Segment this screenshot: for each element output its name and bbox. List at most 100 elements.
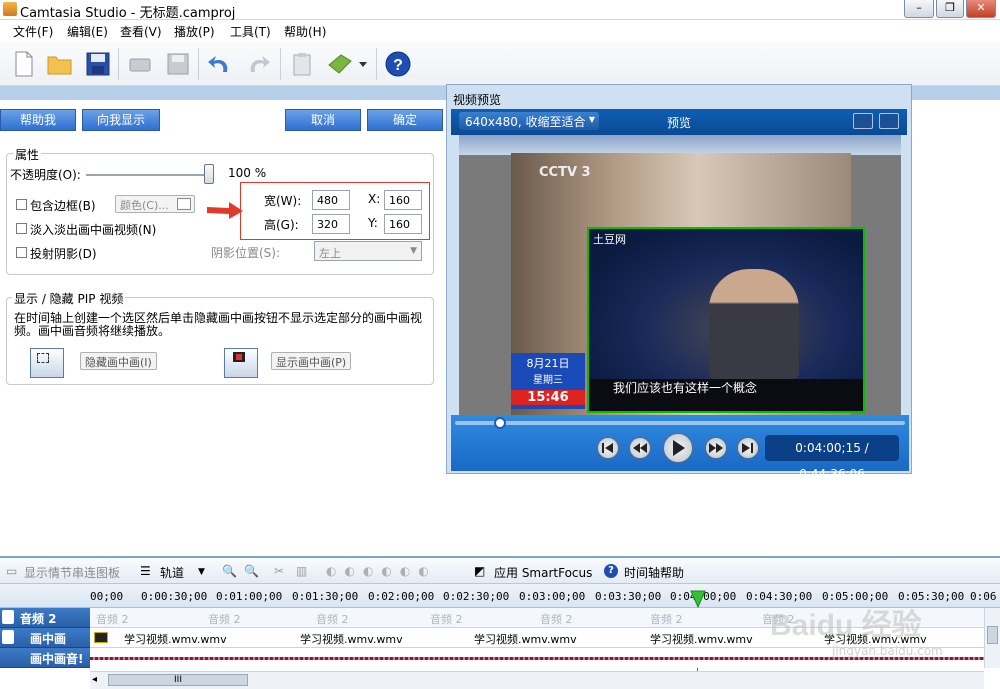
height-label: 高(G): [264,218,299,232]
menu-tools[interactable]: 工具(T) [230,23,271,40]
track-name-pip: 画中画 [30,632,67,646]
audio-clip-label: 音频 2 [316,613,349,626]
ruler-tick: 0:03:00;00 [519,590,586,603]
include-border-checkbox[interactable] [16,199,27,210]
chevron-down-icon[interactable]: ▼ [198,567,205,577]
pip-visibility-title: 显示 / 隐藏 PIP 视频 [12,290,126,307]
y-label: Y: [368,216,378,230]
time-display: 0:04:00;15 / 0:44:36;06 [765,435,899,481]
timeline-toolbar: ▭ 显示情节串连图板 ☰ 轨道 ▼ 🔍 🔍 ✂ ▥ ◐◐◐◐◐◐ ◩ 应用 Sm… [0,556,1000,584]
help-icon[interactable]: ? [384,50,412,78]
scroll-thumb[interactable]: III [108,674,248,686]
new-file-icon[interactable] [10,50,38,78]
minimize-button[interactable]: – [904,0,934,18]
tracks-menu[interactable]: 轨道 [160,564,184,581]
undo-icon[interactable] [206,50,234,78]
height-input[interactable]: 320 [312,214,350,234]
y-input[interactable]: 160 [384,214,422,234]
fullscreen-icon[interactable] [853,113,873,129]
drop-shadow-label: 投射阴影(D) [30,247,97,261]
video-frame: CCTV 3 8月21日 星期三 15:46 土豆网 我们应该也有这样一个概念 [459,135,901,415]
close-button[interactable]: ✕ [966,0,996,18]
presenter-figure [709,269,799,379]
track-header-audio2[interactable]: 音频 2 [0,608,90,628]
skip-back-icon[interactable] [597,437,619,459]
fade-pip-checkbox[interactable] [16,223,27,234]
preview-size-value: 640x480, 收缩至适合 [465,115,586,129]
pip-clip[interactable]: 学习视频.wmv.wmv [300,631,403,647]
timeline-horizontal-scrollbar[interactable]: ◂ III [90,671,984,689]
main-toolbar: ? [0,42,1000,86]
drop-shadow-checkbox[interactable] [16,247,27,258]
produce-icon [126,50,154,78]
storyboard-icon: ▭ [6,564,18,578]
preview-size-dropdown[interactable]: 640x480, 收缩至适合 ▼ [459,112,599,130]
date-overlay: 8月21日 星期三 15:46 [511,353,585,409]
shadow-position-select: 左上 ▼ [314,241,422,261]
lock-icon[interactable] [2,630,14,644]
redo-icon [244,50,272,78]
skip-forward-icon[interactable] [737,437,759,459]
preview-header-bar: 640x480, 收缩至适合 ▼ 预览 [451,109,907,135]
ruler-tick: 0:00:30;00 [141,590,208,603]
timeline-help-icon[interactable]: ? [604,564,618,578]
timeline-help-button[interactable]: 时间轴帮助 [624,564,684,581]
hide-pip-icon[interactable] [30,348,64,378]
lock-icon[interactable] [2,610,14,624]
preview-label: 预览 [667,116,692,130]
ok-button[interactable]: 确定 [367,109,443,131]
menu-file[interactable]: 文件(F) [13,23,53,40]
seek-bar[interactable] [455,421,905,425]
date-text: 8月21日 [526,357,570,370]
storyboard-toggle[interactable]: 显示情节串连图板 [24,564,120,581]
show-pip-button[interactable]: 显示画中画(P) [271,352,352,370]
opacity-slider-thumb[interactable] [204,164,214,184]
x-input[interactable]: 160 [384,190,422,210]
hide-pip-button[interactable]: 隐藏画中画(I) [80,352,157,370]
pip-clip[interactable]: 学习视频.wmv.wmv [474,631,577,647]
restore-button[interactable]: ❐ [936,0,964,18]
width-input[interactable]: 480 [312,190,350,210]
pip-clip[interactable]: 学习视频.wmv.wmv [650,631,753,647]
toolbar-separator [198,48,199,80]
seek-thumb[interactable] [494,417,507,429]
rewind-icon[interactable] [629,437,651,459]
ruler-tick: 0:06 [970,590,997,603]
scroll-left-icon[interactable]: ◂ [92,674,97,685]
toolbar-separator [376,48,377,80]
save-icon[interactable] [84,50,112,78]
dropdown-arrow-icon[interactable] [356,50,370,78]
playhead-marker-icon[interactable] [690,590,706,608]
audio-clip-label: 音频 2 [96,613,129,626]
timeline-vertical-scrollbar[interactable] [984,608,1000,668]
fast-forward-icon[interactable] [705,437,727,459]
menu-bar: 文件(F) 编辑(E) 查看(V) 播放(P) 工具(T) 帮助(H) [0,20,1000,42]
menu-help[interactable]: 帮助(H) [284,23,326,40]
menu-view[interactable]: 查看(V) [120,23,162,40]
show-pip-icon[interactable] [224,348,258,378]
play-icon[interactable] [663,433,693,463]
window-title: Camtasia Studio - 无标题.camproj [20,6,236,21]
open-folder-icon[interactable] [46,50,74,78]
zoom-in-icon[interactable]: 🔍 [222,564,237,578]
ruler-tick: 0:03:30;00 [595,590,662,603]
detach-preview-icon[interactable] [879,113,899,129]
menu-play[interactable]: 播放(P) [174,23,215,40]
zoom-out-icon[interactable]: 🔍 [244,564,259,578]
menu-edit[interactable]: 编辑(E) [67,23,108,40]
cancel-button[interactable]: 取消 [285,109,361,131]
track-name-audio2: 音频 2 [20,612,57,626]
pip-video-inset[interactable]: 土豆网 我们应该也有这样一个概念 [587,227,865,413]
track-header-pip-audio[interactable]: 画中画音! [0,648,90,668]
smartfocus-button[interactable]: 应用 SmartFocus [494,564,592,581]
ruler-tick: 0:02:00;00 [368,590,435,603]
opacity-slider-track[interactable] [86,174,214,176]
track-header-pip[interactable]: 画中画 [0,628,90,648]
show-me-button[interactable]: 向我显示 [82,109,160,131]
inset-logo: 土豆网 [593,233,626,246]
produce-share-icon[interactable] [326,50,354,78]
help-me-button[interactable]: 帮助我 [0,109,76,131]
tracks-icon: ☰ [140,564,151,578]
watermark-logo: Baidu 经验 [770,609,922,642]
pip-clip[interactable]: 学习视频.wmv.wmv [124,631,227,647]
